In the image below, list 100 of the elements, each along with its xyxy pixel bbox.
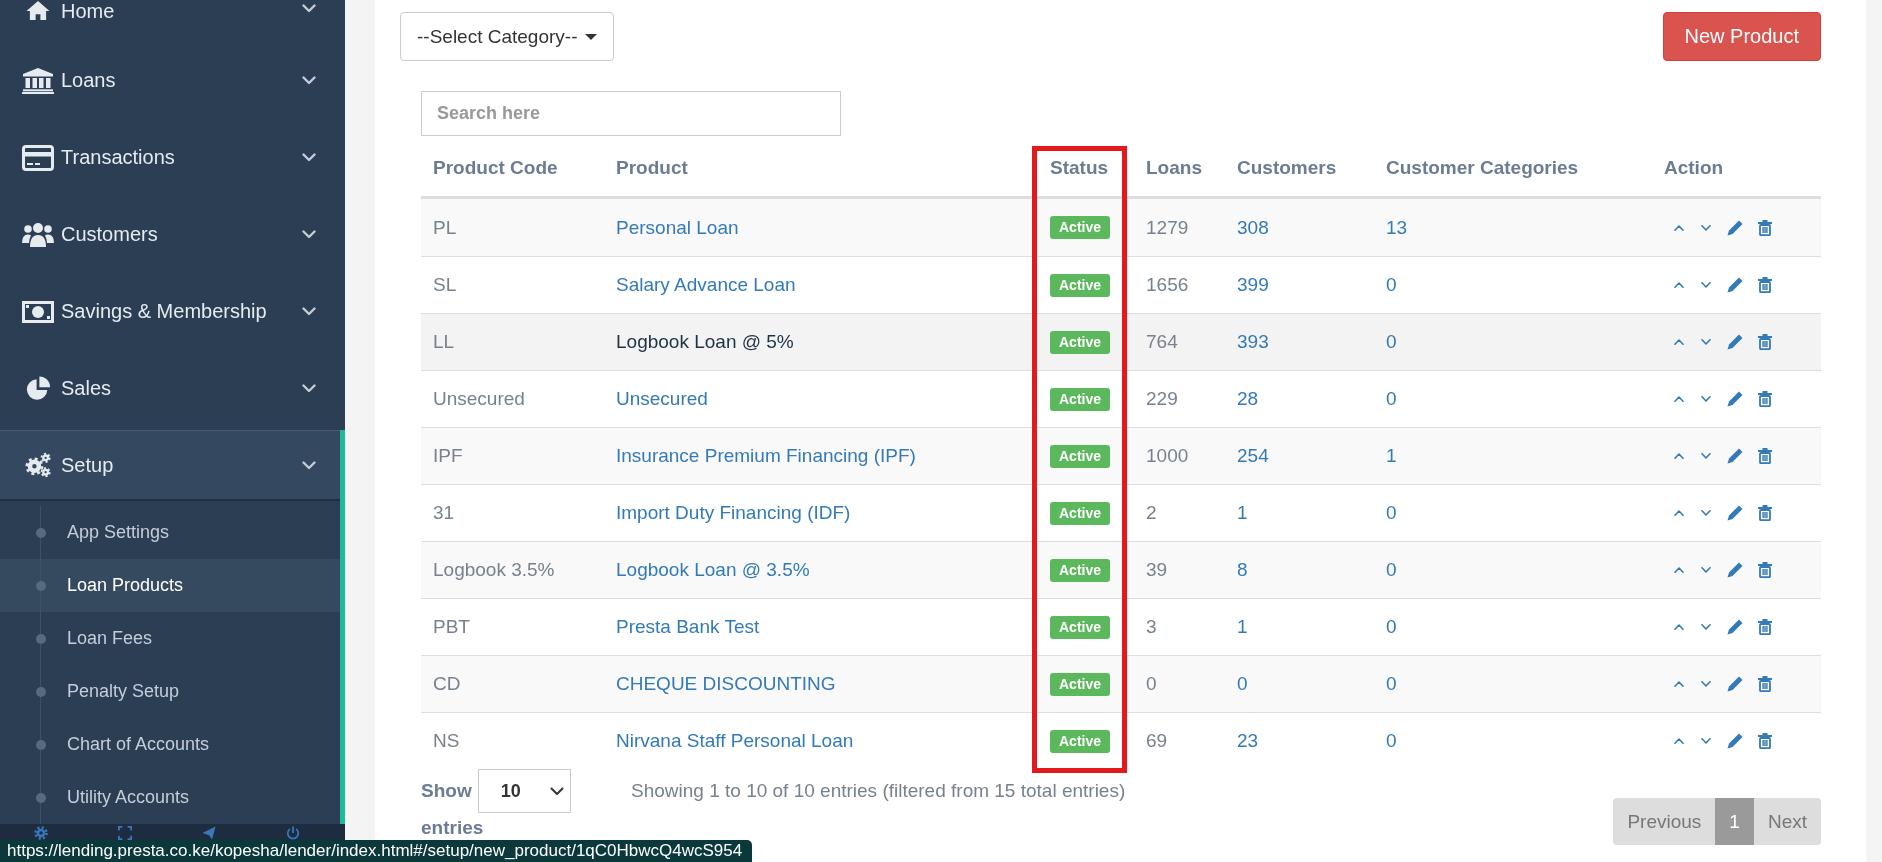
product-link[interactable]: Logbook Loan @ 5%: [616, 331, 794, 353]
product-link[interactable]: Personal Loan: [616, 216, 739, 239]
product-code: Logbook 3.5%: [433, 559, 555, 581]
product-code: 31: [433, 502, 455, 524]
loan-count: 1656: [1146, 274, 1189, 296]
customer-count-link[interactable]: 28: [1237, 388, 1259, 410]
chevron-down-icon[interactable]: [1701, 339, 1711, 345]
product-link[interactable]: Import Duty Financing (IDF): [616, 502, 851, 524]
product-link[interactable]: CHEQUE DISCOUNTING: [616, 673, 836, 695]
search-field[interactable]: Search here: [421, 91, 841, 136]
entries-label: entries: [421, 817, 484, 839]
product-link[interactable]: Insurance Premium Financing (IPF): [616, 445, 916, 467]
next-button[interactable]: Next: [1753, 798, 1821, 845]
product-link[interactable]: Salary Advance Loan: [616, 274, 796, 296]
trash-icon[interactable]: [1758, 391, 1772, 407]
new-product-button[interactable]: New Product: [1662, 12, 1821, 61]
chevron-down-icon[interactable]: [1701, 738, 1711, 744]
sidebar-item[interactable]: Loans: [0, 42, 345, 119]
category-count-link[interactable]: 0: [1386, 388, 1397, 410]
chevron-down-icon[interactable]: [1701, 396, 1711, 402]
chevron-up-icon[interactable]: [1674, 453, 1684, 459]
trash-icon[interactable]: [1758, 619, 1772, 635]
customer-count-link[interactable]: 393: [1237, 331, 1269, 353]
customer-count-link[interactable]: 254: [1237, 445, 1269, 467]
chevron-up-icon[interactable]: [1674, 510, 1684, 516]
customer-count-link[interactable]: 1: [1237, 616, 1248, 638]
column-header: Product: [616, 157, 688, 179]
category-count-link[interactable]: 0: [1386, 730, 1397, 752]
category-count-link[interactable]: 0: [1386, 559, 1397, 581]
fullscreen-icon[interactable]: [118, 826, 132, 840]
pencil-icon[interactable]: [1727, 391, 1743, 407]
chevron-up-icon[interactable]: [1674, 282, 1684, 288]
chevron-up-icon[interactable]: [1674, 681, 1684, 687]
pencil-icon[interactable]: [1727, 562, 1743, 578]
category-count-link[interactable]: 0: [1386, 502, 1397, 524]
pencil-icon[interactable]: [1727, 505, 1743, 521]
product-link[interactable]: Presta Bank Test: [616, 616, 760, 638]
trash-icon[interactable]: [1758, 277, 1772, 293]
status-badge: Active: [1050, 444, 1111, 468]
chevron-up-icon[interactable]: [1674, 396, 1684, 402]
trash-icon[interactable]: [1758, 505, 1772, 521]
chevron-up-icon[interactable]: [1674, 339, 1684, 345]
product-link[interactable]: Unsecured: [616, 388, 708, 410]
category-count-link[interactable]: 13: [1386, 216, 1408, 239]
category-count-link[interactable]: 0: [1386, 616, 1397, 638]
pencil-icon[interactable]: [1727, 277, 1743, 293]
chevron-down-icon[interactable]: [1701, 453, 1711, 459]
chevron-down-icon: [302, 307, 316, 316]
product-link[interactable]: Nirvana Staff Personal Loan: [616, 730, 854, 752]
trash-icon[interactable]: [1758, 219, 1772, 236]
category-count-link[interactable]: 0: [1386, 331, 1397, 353]
trash-icon[interactable]: [1758, 334, 1772, 350]
pencil-icon[interactable]: [1727, 733, 1743, 749]
submenu-item[interactable]: Loan Products: [0, 559, 340, 612]
customer-count-link[interactable]: 8: [1237, 559, 1248, 581]
trash-icon[interactable]: [1758, 562, 1772, 578]
product-link[interactable]: Logbook Loan @ 3.5%: [616, 559, 810, 581]
category-dropdown[interactable]: --Select Category--: [400, 12, 614, 61]
pencil-icon[interactable]: [1727, 219, 1743, 236]
chevron-up-icon[interactable]: [1674, 624, 1684, 630]
category-count-link[interactable]: 1: [1386, 445, 1397, 467]
page-button[interactable]: 1: [1715, 798, 1754, 845]
chevron-down-icon[interactable]: [1701, 624, 1711, 630]
show-label: Show: [421, 780, 472, 802]
sidebar-item[interactable]: Transactions: [0, 119, 345, 196]
loan-count: 39: [1146, 559, 1168, 581]
sidebar-item[interactable]: Home: [0, 0, 345, 42]
customer-count-link[interactable]: 399: [1237, 274, 1269, 296]
previous-button[interactable]: Previous: [1613, 798, 1716, 845]
pencil-icon[interactable]: [1727, 334, 1743, 350]
chevron-up-icon[interactable]: [1674, 567, 1684, 573]
power-icon[interactable]: [286, 826, 300, 840]
settings-icon[interactable]: [34, 826, 48, 840]
sidebar-item[interactable]: Sales: [0, 350, 345, 427]
chevron-up-icon[interactable]: [1674, 224, 1684, 231]
sidebar-item[interactable]: Setup: [0, 430, 340, 501]
pencil-icon[interactable]: [1727, 676, 1743, 692]
pencil-icon[interactable]: [1727, 448, 1743, 464]
chevron-up-icon[interactable]: [1674, 738, 1684, 744]
sidebar-item[interactable]: Savings & Membership: [0, 273, 345, 350]
trash-icon[interactable]: [1758, 448, 1772, 464]
pencil-icon[interactable]: [1727, 619, 1743, 635]
sidebar-item[interactable]: Customers: [0, 196, 345, 273]
chevron-down-icon[interactable]: [1701, 510, 1711, 516]
category-count-link[interactable]: 0: [1386, 673, 1397, 695]
trash-icon[interactable]: [1758, 676, 1772, 692]
status-badge: Active: [1050, 216, 1111, 239]
chevron-down-icon[interactable]: [1701, 224, 1711, 231]
page-size-select[interactable]: 10: [477, 769, 571, 813]
chevron-down-icon[interactable]: [1701, 681, 1711, 687]
trash-icon[interactable]: [1758, 733, 1772, 749]
customer-count-link[interactable]: 23: [1237, 730, 1259, 752]
customer-count-link[interactable]: 0: [1237, 673, 1248, 695]
customer-count-link[interactable]: 308: [1237, 216, 1269, 239]
chevron-down-icon[interactable]: [1701, 282, 1711, 288]
chevron-down-icon[interactable]: [1701, 567, 1711, 573]
chevron-down-icon: [549, 786, 564, 796]
customer-count-link[interactable]: 1: [1237, 502, 1248, 524]
bullet-icon: [36, 527, 46, 538]
category-count-link[interactable]: 0: [1386, 274, 1397, 296]
